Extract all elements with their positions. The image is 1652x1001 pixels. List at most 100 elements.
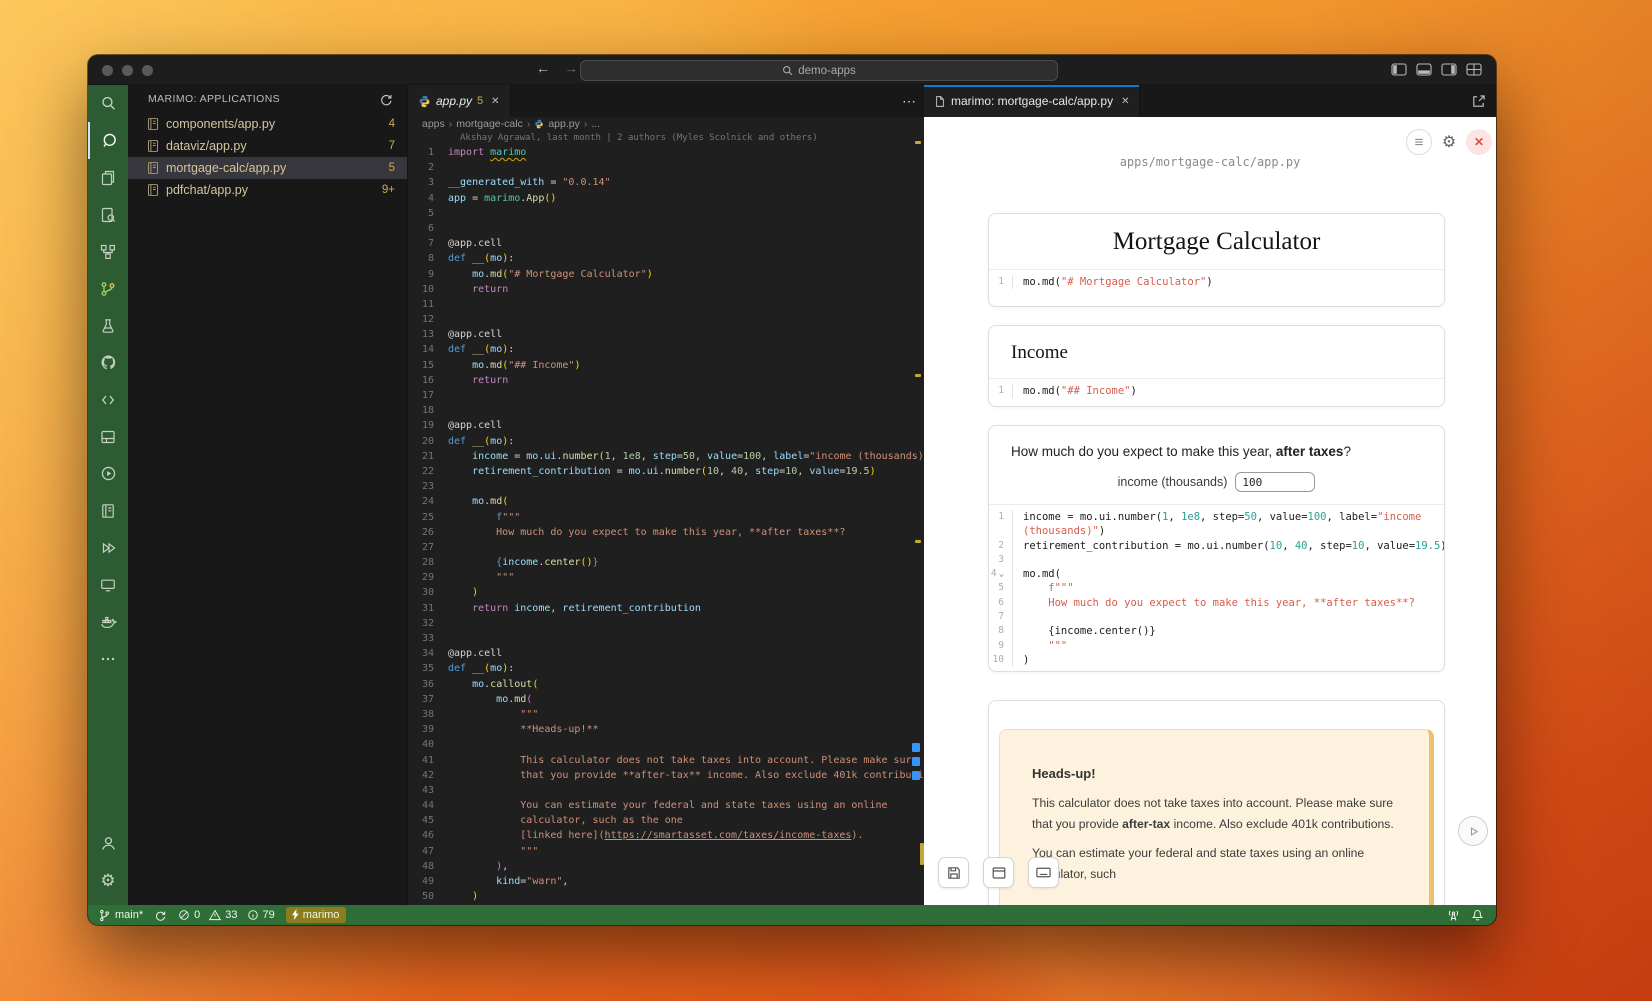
line-number[interactable]: 30 <box>408 585 448 600</box>
line-number[interactable]: 18 <box>408 403 448 418</box>
line-number[interactable]: 48 <box>408 859 448 874</box>
code-line[interactable]: 47 """ <box>408 844 924 859</box>
run-all-icon[interactable] <box>88 529 128 566</box>
panel-shutdown-button[interactable]: ✕ <box>1466 129 1492 155</box>
code-line[interactable]: 21 income = mo.ui.number(1, 1e8, step=50… <box>408 449 924 464</box>
code-line[interactable]: 18 <box>408 403 924 418</box>
run-circle-icon[interactable] <box>88 455 128 492</box>
sync-button[interactable] <box>154 909 167 922</box>
run-app-button[interactable] <box>1458 816 1488 846</box>
code-line[interactable]: 14def __(mo): <box>408 342 924 357</box>
line-number[interactable]: 23 <box>408 479 448 494</box>
radio-tower-icon[interactable] <box>1447 909 1460 922</box>
line-number[interactable]: 19 <box>408 418 448 433</box>
panel-settings-button[interactable]: ⚙ <box>1436 129 1462 155</box>
problems-indicator[interactable]: 0 33 79 <box>178 909 275 921</box>
line-number[interactable]: 4 <box>408 191 448 206</box>
code-line[interactable]: 50 ) <box>408 889 924 904</box>
line-number[interactable]: 32 <box>408 616 448 631</box>
line-number[interactable]: 10 <box>408 282 448 297</box>
code-line[interactable]: 35def __(mo): <box>408 661 924 676</box>
marimo-extension-icon[interactable] <box>88 122 128 159</box>
sidebar-item[interactable]: dataviz/app.py7 <box>128 135 407 157</box>
devices-icon[interactable] <box>88 566 128 603</box>
layout-panel-icon[interactable] <box>88 418 128 455</box>
line-number[interactable]: 36 <box>408 677 448 692</box>
open-browser-button[interactable] <box>983 857 1014 888</box>
settings-gear-icon[interactable]: ⚙ <box>88 862 128 899</box>
code-line[interactable]: 48 ), <box>408 859 924 874</box>
docker-icon[interactable] <box>88 603 128 640</box>
line-number[interactable]: 6 <box>408 221 448 236</box>
toggle-sidebar-right-icon[interactable] <box>1441 63 1457 76</box>
line-number[interactable]: 25 <box>408 510 448 525</box>
code-line[interactable]: 36 mo.callout( <box>408 677 924 692</box>
code-line[interactable]: 4app = marimo.App() <box>408 191 924 206</box>
line-number[interactable]: 16 <box>408 373 448 388</box>
code-line[interactable]: 20def __(mo): <box>408 434 924 449</box>
code-line[interactable]: 43 <box>408 783 924 798</box>
line-number[interactable]: 11 <box>408 297 448 312</box>
line-number[interactable]: 31 <box>408 601 448 616</box>
tab-close-icon[interactable]: ✕ <box>491 96 499 107</box>
line-number[interactable]: 49 <box>408 874 448 889</box>
code-line[interactable]: 16 return <box>408 373 924 388</box>
toggle-sidebar-left-icon[interactable] <box>1391 63 1407 76</box>
tab-close-icon[interactable]: ✕ <box>1121 96 1129 107</box>
code-line[interactable]: 15 mo.md("## Income") <box>408 358 924 373</box>
line-number[interactable]: 40 <box>408 737 448 752</box>
notebook-icon[interactable] <box>88 492 128 529</box>
code-line[interactable]: 34@app.cell <box>408 646 924 661</box>
line-number[interactable]: 42 <box>408 768 448 783</box>
code-line[interactable]: 42 that you provide **after-tax** income… <box>408 768 924 783</box>
line-number[interactable]: 20 <box>408 434 448 449</box>
git-branch-icon[interactable] <box>88 270 128 307</box>
code-line[interactable]: 19@app.cell <box>408 418 924 433</box>
symbols-icon[interactable] <box>88 233 128 270</box>
code-line[interactable]: 7@app.cell <box>408 236 924 251</box>
code-line[interactable]: 33 <box>408 631 924 646</box>
code-line[interactable]: 45 calculator, such as the one <box>408 813 924 828</box>
line-number[interactable]: 13 <box>408 327 448 342</box>
code-line[interactable]: 44 You can estimate your federal and sta… <box>408 798 924 813</box>
line-number[interactable]: 43 <box>408 783 448 798</box>
code-line[interactable]: 3__generated_with = "0.0.14" <box>408 175 924 190</box>
line-number[interactable]: 7 <box>408 236 448 251</box>
code-line[interactable]: 23 <box>408 479 924 494</box>
file-search-icon[interactable] <box>88 196 128 233</box>
code-line[interactable]: 40 <box>408 737 924 752</box>
code-line[interactable]: 30 ) <box>408 585 924 600</box>
sidebar-item[interactable]: components/app.py4 <box>128 113 407 135</box>
line-number[interactable]: 38 <box>408 707 448 722</box>
line-number[interactable]: 34 <box>408 646 448 661</box>
forward-arrow-icon[interactable]: → <box>561 60 581 76</box>
line-number[interactable]: 3 <box>408 175 448 190</box>
code-line[interactable]: 1import marimo <box>408 145 924 160</box>
pages-icon[interactable] <box>88 159 128 196</box>
command-center[interactable]: demo-apps <box>580 60 1058 81</box>
code-line[interactable]: 37 mo.md( <box>408 692 924 707</box>
line-number[interactable]: 28 <box>408 555 448 570</box>
line-number[interactable]: 44 <box>408 798 448 813</box>
editor-actions-overflow-icon[interactable]: ⋯ <box>902 85 916 117</box>
line-number[interactable]: 5 <box>408 206 448 221</box>
open-external-icon[interactable] <box>1471 94 1486 109</box>
code-line[interactable]: 10 return <box>408 282 924 297</box>
zoom-window-button[interactable] <box>142 65 153 76</box>
line-number[interactable]: 50 <box>408 889 448 904</box>
toggle-panel-icon[interactable] <box>1416 63 1432 76</box>
bell-icon[interactable] <box>1471 909 1484 922</box>
line-number[interactable]: 8 <box>408 251 448 266</box>
line-number[interactable]: 15 <box>408 358 448 373</box>
line-number[interactable]: 46 <box>408 828 448 843</box>
code-line[interactable]: 25 f""" <box>408 510 924 525</box>
code-line[interactable]: 12 <box>408 312 924 327</box>
code-line[interactable]: 11 <box>408 297 924 312</box>
line-number[interactable]: 17 <box>408 388 448 403</box>
code-editor[interactable]: Akshay Agrawal, last month | 2 authors (… <box>408 131 924 905</box>
income-input[interactable] <box>1235 472 1315 492</box>
code-line[interactable]: 24 mo.md( <box>408 494 924 509</box>
code-line[interactable]: 9 mo.md("# Mortgage Calculator") <box>408 267 924 282</box>
line-number[interactable]: 21 <box>408 449 448 464</box>
beaker-icon[interactable] <box>88 307 128 344</box>
